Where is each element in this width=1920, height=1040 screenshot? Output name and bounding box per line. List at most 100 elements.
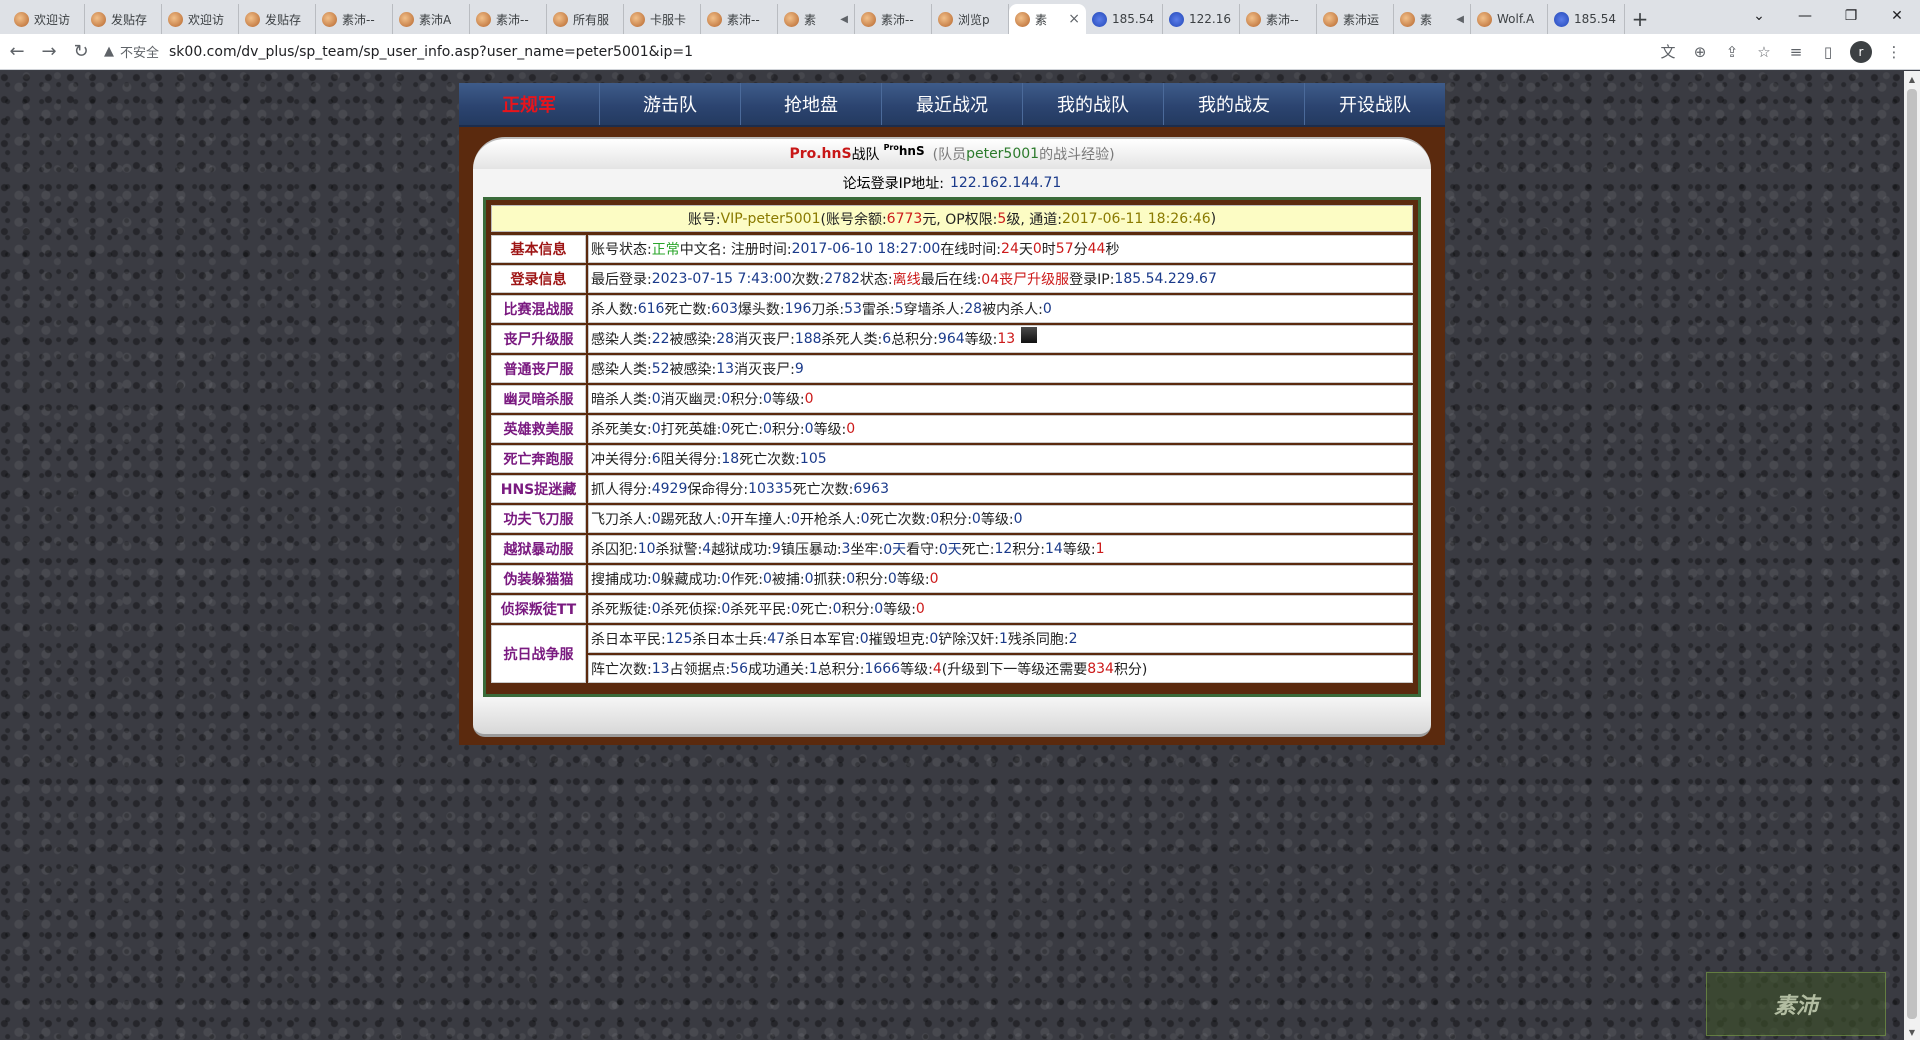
- stat-value: 13: [716, 361, 735, 377]
- browser-tab[interactable]: 发贴存: [85, 4, 162, 34]
- field-label: (升级到下一等级还需要: [941, 662, 1088, 678]
- field-label: 最后登录:: [591, 272, 652, 288]
- acct-name: VIP-peter5001: [720, 210, 821, 227]
- warning-icon[interactable]: ▲: [104, 44, 114, 59]
- site-favicon-icon: [399, 11, 414, 27]
- browser-tab[interactable]: 所有服: [547, 4, 624, 34]
- browser-tab[interactable]: 素沛--: [701, 4, 778, 34]
- stat-value: 0: [651, 601, 661, 617]
- browser-tab[interactable]: 素沛--: [855, 4, 932, 34]
- field-label: 积分:: [855, 572, 888, 588]
- row-label[interactable]: 抗日战争服: [491, 625, 586, 683]
- speaker-icon[interactable]: ◀: [1456, 14, 1464, 25]
- forward-button[interactable]: →: [34, 37, 64, 67]
- close-tab-icon[interactable]: ×: [1068, 11, 1080, 27]
- browser-tab[interactable]: 素沛--: [316, 4, 393, 34]
- site-favicon-icon: [1477, 11, 1492, 27]
- row-label[interactable]: 普通丧尸服: [491, 355, 586, 383]
- acct-date: 2017-06-11 18:26:46: [1061, 210, 1211, 227]
- stat-value: 0: [721, 511, 731, 527]
- scrollbar-thumb[interactable]: [1907, 89, 1917, 1019]
- nav-regular-army[interactable]: 正规军: [459, 83, 600, 125]
- nav-my-friends[interactable]: 我的战友: [1164, 83, 1305, 125]
- field-label: 被感染:: [669, 332, 717, 348]
- browser-tab[interactable]: Wolf.A: [1471, 4, 1548, 34]
- translate-icon[interactable]: 文: [1652, 38, 1684, 66]
- team-logo: ProhnS: [884, 143, 925, 158]
- stat-value: 0: [859, 631, 869, 647]
- url-field[interactable]: ▲ 不安全 sk00.com/dv_plus/sp_team/sp_user_i…: [104, 38, 1634, 66]
- close-window-button[interactable]: ✕: [1874, 0, 1920, 32]
- share-icon[interactable]: ⇪: [1716, 38, 1748, 66]
- side-panel-icon[interactable]: ▯: [1812, 38, 1844, 66]
- browser-tab[interactable]: 素 ◀: [1394, 4, 1471, 34]
- field-label: 作死:: [730, 572, 763, 588]
- browser-tab[interactable]: 185.54: [1086, 4, 1163, 34]
- new-tab-button[interactable]: +: [1625, 4, 1655, 34]
- scroll-header: Pro.hnS 战队 ProhnS (队员 peter5001 的战斗经验): [473, 137, 1431, 169]
- row-label[interactable]: 丧尸升级服: [491, 325, 586, 353]
- nav-recent-battles[interactable]: 最近战况: [882, 83, 1023, 125]
- field-label: 镇压暴动:: [780, 542, 842, 558]
- nav-my-team[interactable]: 我的战队: [1023, 83, 1164, 125]
- profile-avatar[interactable]: r: [1850, 40, 1872, 63]
- nav-guerrilla[interactable]: 游击队: [600, 83, 741, 125]
- row-label[interactable]: 伪装躲猫猫: [491, 565, 586, 593]
- last-login: 2023-07-15 7:43:00: [651, 271, 792, 287]
- browser-tab[interactable]: 素 ×: [1009, 4, 1086, 34]
- browser-tab[interactable]: 素沛--: [1240, 4, 1317, 34]
- nav-grab-territory[interactable]: 抢地盘: [741, 83, 882, 125]
- browser-tab[interactable]: 浏览p: [932, 4, 1009, 34]
- browser-tab[interactable]: 素沛--: [470, 4, 547, 34]
- browser-tab[interactable]: 欢迎访: [8, 4, 85, 34]
- scroll-down-arrow-icon[interactable]: ▼: [1904, 1024, 1920, 1040]
- field-label: 等级:: [1062, 542, 1096, 558]
- browser-tab[interactable]: 发贴存: [239, 4, 316, 34]
- field-label: 暗杀人类:: [591, 392, 652, 408]
- team-name[interactable]: Pro.hnS: [789, 146, 851, 162]
- stat-value: 9: [771, 541, 781, 557]
- row-label[interactable]: 侦探叛徒TT: [491, 595, 586, 623]
- speaker-icon[interactable]: ◀: [840, 14, 848, 25]
- stat-value: 196: [784, 301, 812, 317]
- table-row: 普通丧尸服 感染人类: 52 被感染: 13 消灭丧尸: 9: [491, 355, 1413, 383]
- browser-tab[interactable]: 素 ◀: [778, 4, 855, 34]
- table-row: 丧尸升级服 感染人类: 22 被感染: 28 消灭丧尸: 188 杀死人类: 6 总积分…: [491, 325, 1413, 353]
- field-label: 抓获:: [813, 572, 847, 588]
- browser-tab[interactable]: 素沛运: [1317, 4, 1394, 34]
- zoom-icon[interactable]: ⊕: [1684, 38, 1716, 66]
- stat-value: 1: [808, 661, 818, 677]
- browser-tab[interactable]: 185.54: [1548, 4, 1625, 34]
- member-suffix: 的战斗经验): [1039, 147, 1115, 163]
- page-scrollbar[interactable]: ▲ ▼: [1904, 71, 1920, 1040]
- browser-tab[interactable]: 素沛A: [393, 4, 470, 34]
- row-label[interactable]: 英雄救美服: [491, 415, 586, 443]
- menu-icon[interactable]: ⋮: [1878, 38, 1910, 66]
- site-favicon-icon: [322, 11, 337, 27]
- back-button[interactable]: ←: [2, 37, 32, 67]
- browser-tab[interactable]: 欢迎访: [162, 4, 239, 34]
- nav-create-team[interactable]: 开设战队: [1305, 83, 1445, 125]
- row-label[interactable]: 功夫飞刀服: [491, 505, 586, 533]
- browser-tab[interactable]: 122.16: [1163, 4, 1240, 34]
- acct-l4: 级, 通道:: [1006, 211, 1062, 228]
- browser-tab[interactable]: 卡服卡: [624, 4, 701, 34]
- minimize-button[interactable]: —: [1782, 0, 1828, 32]
- content-frame: Pro.hnS 战队 ProhnS (队员 peter5001 的战斗经验) 论坛登…: [459, 127, 1445, 745]
- reading-list-icon[interactable]: ≡: [1780, 38, 1812, 66]
- bookmark-star-icon[interactable]: ☆: [1748, 38, 1780, 66]
- scroll-up-arrow-icon[interactable]: ▲: [1904, 71, 1920, 87]
- row-label[interactable]: HNS捉迷藏: [491, 475, 586, 503]
- row-label[interactable]: 死亡奔跑服: [491, 445, 586, 473]
- row-label[interactable]: 比赛混战服: [491, 295, 586, 323]
- row-label[interactable]: 幽灵暗杀服: [491, 385, 586, 413]
- reload-button[interactable]: ↻: [66, 37, 96, 67]
- stat-value: 3: [841, 541, 851, 557]
- restore-button[interactable]: ❐: [1828, 0, 1874, 32]
- tab-search-icon[interactable]: ⌄: [1736, 0, 1782, 32]
- team-logo-sup: Pro: [883, 142, 899, 152]
- stat-value: 0: [860, 511, 870, 527]
- row-label[interactable]: 越狱暴动服: [491, 535, 586, 563]
- acct-l3: 元, OP权限:: [922, 211, 998, 228]
- site-favicon-icon: [938, 11, 953, 27]
